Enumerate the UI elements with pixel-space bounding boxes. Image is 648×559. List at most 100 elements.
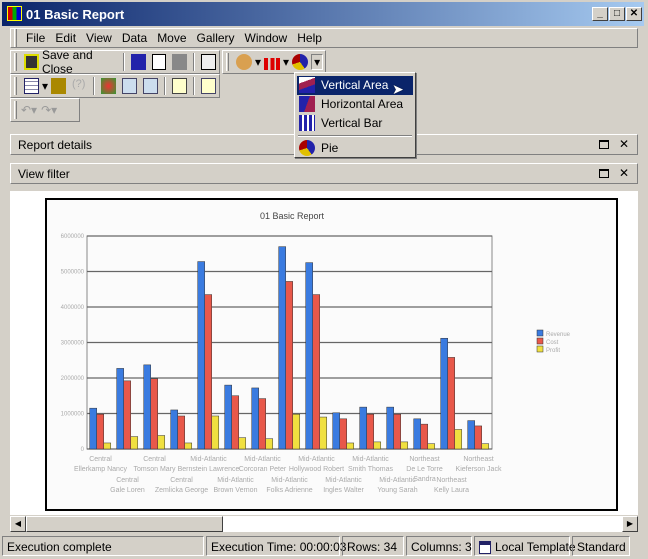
bar-revenue — [359, 406, 367, 450]
window-title: 01 Basic Report — [26, 7, 125, 22]
maximize-icon[interactable] — [599, 169, 609, 178]
notes-icon[interactable] — [171, 78, 187, 94]
bar-cost — [474, 425, 482, 450]
bar-profit — [211, 415, 220, 450]
y-tick-label: 5000000 — [61, 270, 85, 276]
toolbar-secondary: ▾ (?) — [10, 74, 220, 98]
minimize-button[interactable]: _ — [592, 7, 608, 21]
x-tick-label: Central Gale Loren — [110, 477, 145, 494]
report-details-label: Report details — [18, 138, 93, 152]
x-tick-label: Mid-Atlantic Folks Adrienne — [266, 477, 312, 494]
horizontal-scrollbar[interactable]: ◀ ▶ — [10, 516, 638, 532]
y-tick-label: 6000000 — [61, 234, 85, 240]
bar-cost — [312, 294, 320, 450]
schedule-icon[interactable] — [200, 78, 217, 94]
objects-icon[interactable] — [100, 78, 116, 94]
bar-cost — [231, 395, 239, 450]
x-tick-label: Mid-Atlantic Corcoran Peter — [239, 456, 287, 473]
scroll-left-button[interactable]: ◀ — [10, 516, 26, 532]
bar-cost — [258, 398, 266, 450]
page-by-icon[interactable] — [121, 78, 137, 94]
menu-file[interactable]: File — [26, 31, 45, 45]
redo-button[interactable]: ↷▾ — [41, 103, 57, 117]
scroll-right-button[interactable]: ▶ — [622, 516, 638, 532]
close-button[interactable]: ✕ — [626, 7, 642, 21]
bar-profit — [157, 435, 166, 450]
legend-swatch — [536, 337, 544, 345]
undo-button[interactable]: ↶▾ — [21, 103, 37, 117]
close-icon[interactable]: ✕ — [619, 137, 629, 151]
horizontal-area-icon — [299, 96, 315, 112]
maximize-button[interactable]: □ — [609, 7, 625, 21]
bar-revenue — [413, 418, 421, 450]
drill-icon[interactable] — [51, 78, 66, 94]
x-tick-label: Central Zemlicka George — [155, 477, 208, 494]
book-icon[interactable] — [130, 54, 146, 70]
x-tick-label: Northeast Kieferson Jack — [456, 456, 502, 473]
bar-profit — [103, 442, 112, 450]
menu-edit[interactable]: Edit — [55, 31, 76, 45]
scroll-thumb[interactable] — [26, 516, 223, 532]
menu-help[interactable]: Help — [297, 31, 322, 45]
bar-profit — [292, 413, 301, 450]
x-tick-label: Mid-Atlantic Ingles Walter — [323, 477, 364, 494]
x-tick-label: Mid-Atlantic Bernstein Lawrence — [178, 456, 240, 473]
bar-cost — [177, 415, 185, 450]
bar-revenue — [278, 246, 286, 450]
bar-revenue — [116, 368, 124, 450]
chart-type-dropdown[interactable]: ▾ — [311, 54, 324, 70]
bar-profit — [481, 443, 490, 450]
filter-icon[interactable] — [142, 78, 158, 94]
properties-icon[interactable] — [201, 54, 216, 70]
menu-view[interactable]: View — [86, 31, 112, 45]
grid-icon[interactable] — [23, 78, 39, 94]
chart-title: 01 Basic Report — [260, 211, 325, 221]
bar-revenue — [143, 364, 151, 450]
menu-item-pie[interactable]: Pie — [297, 139, 413, 158]
bar-cost — [285, 281, 293, 450]
menu-data[interactable]: Data — [122, 31, 147, 45]
bar-cost — [447, 357, 455, 450]
print-icon[interactable] — [172, 54, 188, 70]
bar-cost — [96, 413, 104, 450]
print-preview-icon[interactable] — [151, 54, 167, 70]
palette-icon[interactable] — [236, 54, 252, 70]
toolbar-main: Save and Close — [10, 48, 220, 76]
mouse-cursor-icon: ➤ — [392, 81, 404, 97]
app-icon — [7, 6, 22, 21]
bar-profit — [319, 416, 328, 450]
menu-item-label: Horizontal Area — [321, 97, 404, 111]
bar-revenue — [251, 387, 259, 450]
pie-chart-icon[interactable] — [292, 54, 309, 70]
bar-profit — [238, 437, 247, 450]
bar-cost — [339, 418, 347, 450]
bar-revenue — [332, 412, 340, 450]
template-label: Local Template — [495, 540, 576, 554]
bar-chart-icon[interactable] — [264, 58, 281, 70]
menu-window[interactable]: Window — [245, 31, 288, 45]
maximize-icon[interactable] — [599, 140, 609, 149]
y-tick-label: 4000000 — [61, 305, 85, 311]
column-count: Columns: 3 — [406, 536, 472, 556]
template-icon — [479, 541, 491, 555]
bar-cost — [420, 423, 428, 450]
y-tick-label: 0 — [81, 447, 85, 453]
menu-gallery[interactable]: Gallery — [197, 31, 235, 45]
prompt-icon[interactable]: (?) — [72, 78, 87, 94]
vertical-area-icon — [299, 77, 315, 93]
legend-label: Profit — [546, 348, 560, 354]
bar-profit — [373, 441, 382, 450]
bar-revenue — [170, 409, 178, 450]
bar-profit — [184, 442, 193, 450]
view-filter-panel[interactable]: View filter ✕ — [10, 163, 638, 184]
menu-move[interactable]: Move — [157, 31, 186, 45]
menu-item-vertical-bar[interactable]: Vertical Bar — [297, 114, 413, 133]
menu-bar: File Edit View Data Move Gallery Window … — [10, 28, 638, 48]
close-icon[interactable]: ✕ — [619, 166, 629, 180]
save-and-close-button[interactable]: Save and Close — [42, 48, 120, 76]
view-filter-label: View filter — [18, 167, 70, 181]
bar-revenue — [89, 407, 97, 450]
bar-cost — [366, 413, 374, 450]
pie-icon — [299, 140, 315, 156]
execution-time: Execution Time: 00:00:03 — [206, 536, 346, 556]
